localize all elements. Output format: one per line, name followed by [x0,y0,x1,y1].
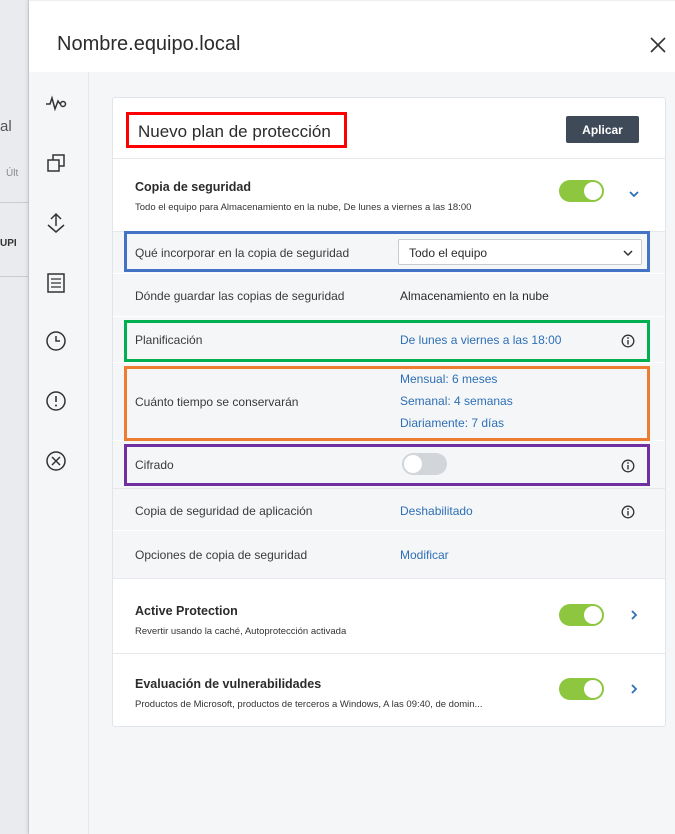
app-backup-label: Copia de seguridad de aplicación [135,504,313,518]
chevron-down-icon[interactable] [627,187,641,201]
vulnerability-section[interactable]: Evaluación de vulnerabilidades Productos… [113,654,665,726]
backup-options-row: Opciones de copia de seguridad Modificar [113,531,665,579]
vulnerability-title: Evaluación de vulnerabilidades [135,677,322,691]
backup-options-link[interactable]: Modificar [400,548,449,562]
schedule-label: Planificación [135,333,203,347]
protection-plan-card: Nuevo plan de protección Aplicar Copia d… [112,97,666,727]
backup-source-select[interactable]: Todo el equipo [398,239,642,265]
app-backup-row: Copia de seguridad de aplicación Deshabi… [113,489,665,531]
info-icon[interactable] [621,459,635,473]
backup-summary: Todo el equipo para Almacenamiento en la… [135,202,472,213]
active-protection-summary: Revertir usando la caché, Autoprotección… [135,626,347,637]
history-icon[interactable] [43,328,69,354]
background-divider [0,202,29,203]
plan-name-field[interactable]: Nuevo plan de protección [126,112,347,148]
devices-icon[interactable] [43,150,69,176]
alert-icon[interactable] [43,388,69,414]
backup-destination-value[interactable]: Almacenamiento en la nube [400,289,549,303]
backup-toggle[interactable] [559,180,604,202]
panel-sidebar [29,72,89,834]
chevron-down-icon [623,250,633,257]
retention-label: Cuánto tiempo se conservarán [135,395,299,409]
info-icon[interactable] [621,505,635,519]
apply-button[interactable]: Aplicar [566,116,639,143]
info-icon[interactable] [621,334,635,348]
backup-source-row: Qué incorporar en la copia de seguridad … [113,232,665,274]
active-protection-title: Active Protection [135,604,238,618]
retention-daily-link[interactable]: Diariamente: 7 días [400,416,504,430]
active-protection-section[interactable]: Active Protection Revertir usando la cac… [113,579,665,654]
vulnerability-toggle[interactable] [559,678,604,700]
backup-options-label: Opciones de copia de seguridad [135,548,308,562]
encryption-row: Cifrado [113,441,665,489]
backup-section-header[interactable]: Copia de seguridad Todo el equipo para A… [113,159,665,232]
chevron-right-icon[interactable] [627,682,641,696]
active-protection-toggle[interactable] [559,604,604,626]
backup-title: Copia de seguridad [135,180,251,194]
background-text-fragment: al [0,118,12,135]
backup-destination-row: Dónde guardar las copias de seguridad Al… [113,274,665,317]
activity-icon[interactable] [43,90,69,116]
plan-header: Nuevo plan de protección Aplicar [113,98,665,159]
panel-header: Nombre.equipo.local [29,0,675,72]
vulnerability-summary: Productos de Microsoft, productos de ter… [135,699,483,710]
schedule-link[interactable]: De lunes a viernes a las 18:00 [400,333,561,347]
retention-weekly-link[interactable]: Semanal: 4 semanas [400,394,513,408]
device-name-title: Nombre.equipo.local [57,33,241,55]
backup-source-label: Qué incorporar en la copia de seguridad [135,246,350,260]
backup-source-value: Todo el equipo [409,246,488,260]
backup-destination-label: Dónde guardar las copias de seguridad [135,289,345,303]
app-backup-link[interactable]: Deshabilitado [400,504,473,518]
report-icon[interactable] [43,270,69,296]
chevron-right-icon[interactable] [627,608,641,622]
protection-icon[interactable] [43,210,69,236]
cancel-icon[interactable] [43,448,69,474]
background-divider [0,276,29,277]
background-text-fragment: Últ [6,168,19,179]
retention-monthly-link[interactable]: Mensual: 6 meses [400,372,497,386]
encryption-toggle[interactable] [402,453,447,475]
encryption-label: Cifrado [135,458,174,472]
background-text-fragment: UPI [0,238,17,249]
device-detail-panel: Nombre.equipo.local Nuevo plan de protec… [29,0,675,834]
close-icon[interactable] [647,34,669,56]
schedule-row: Planificación De lunes a viernes a las 1… [113,317,665,363]
retention-row: Cuánto tiempo se conservarán Mensual: 6 … [113,363,665,441]
background-page-strip: al Últ UPI [0,0,29,834]
plan-content-area: Nuevo plan de protección Aplicar Copia d… [89,72,675,834]
